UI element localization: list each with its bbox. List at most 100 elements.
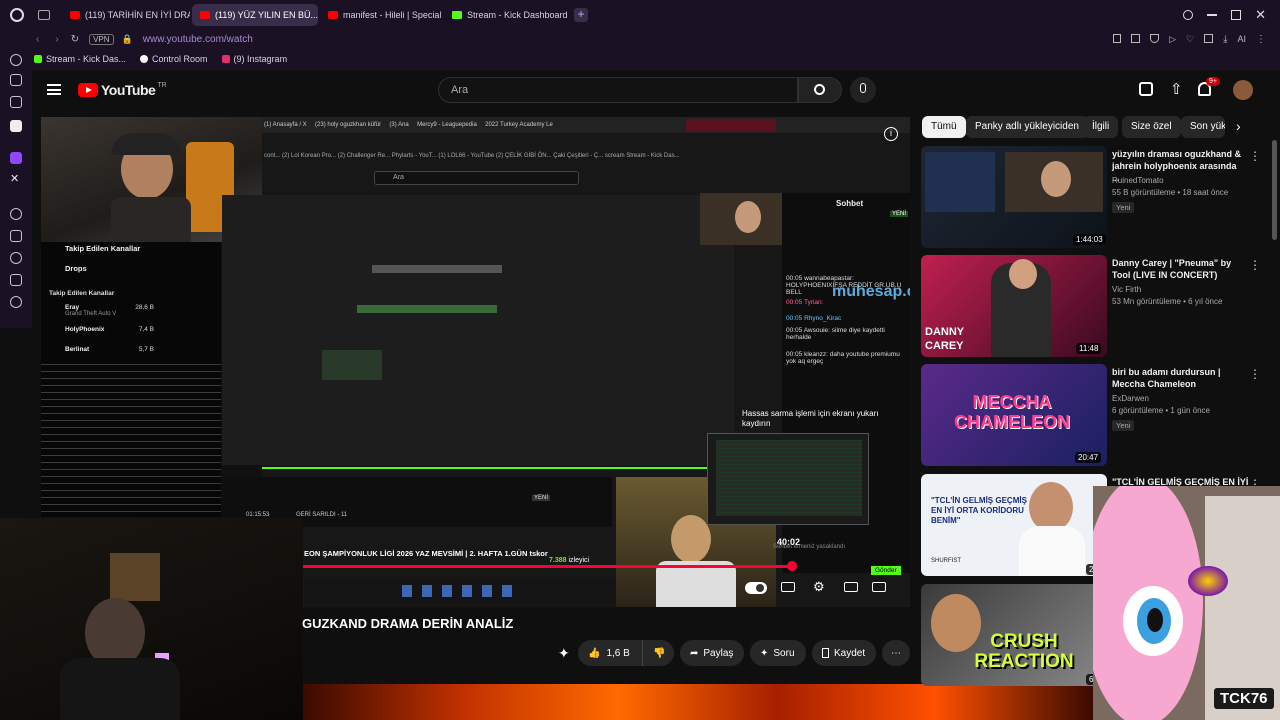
heart-icon[interactable]: ♡ — [1186, 34, 1194, 45]
create-icon[interactable] — [1139, 82, 1153, 96]
notes-icon[interactable] — [10, 96, 22, 108]
more-actions-button[interactable]: ⋯ — [882, 640, 910, 666]
tab-3[interactable]: manifest - Hileli | Special D... — [320, 4, 442, 26]
medium-icon[interactable] — [10, 120, 22, 132]
tab-list-icon[interactable] — [38, 10, 50, 20]
kebab-menu-icon[interactable] — [1249, 258, 1261, 273]
close-window-icon[interactable]: ✕ — [1255, 7, 1266, 23]
recommendation-meta: 55 B görüntüleme • 18 saat önce — [1112, 188, 1229, 197]
video-thumbnail[interactable]: CRUSH REACTION — [921, 584, 1107, 686]
recommendation-title[interactable]: biri bu adamı durdursun | Meccha Chamele… — [1112, 366, 1242, 390]
player-icon[interactable] — [10, 208, 22, 220]
sparkle-icon[interactable]: ✦ — [558, 645, 570, 662]
tab-4[interactable]: Stream - Kick Dashboard — [444, 4, 568, 26]
search-tabs-icon[interactable] — [1183, 10, 1194, 20]
save-button[interactable]: Kaydet — [812, 640, 876, 666]
info-icon[interactable]: i — [884, 127, 898, 141]
like-button[interactable]: 👍 1,6 B — [578, 640, 642, 666]
browser-menu-icon[interactable] — [10, 8, 24, 22]
upload-icon[interactable]: ⇧ — [1170, 80, 1183, 98]
chip-related[interactable]: İlgili — [1083, 116, 1119, 138]
recommendation-item[interactable]: DANNY CAREY 11:48 Danny Carey | "Pneuma"… — [921, 255, 1261, 359]
more-horizontal-icon: ⋯ — [891, 647, 901, 659]
voice-search-button[interactable] — [850, 77, 876, 103]
miniplayer-icon[interactable] — [844, 582, 858, 592]
chip-recent[interactable]: Son yük — [1181, 116, 1225, 138]
chip-from-uploader[interactable]: Panky adlı yükleyiciden — [966, 116, 1088, 138]
scroll-hint-text: Hassas sarma işlemi için ekranı yukarı k… — [742, 409, 879, 428]
search-input[interactable]: Ara — [438, 77, 798, 103]
vpn-badge[interactable]: VPN — [89, 33, 114, 45]
chat-spam-block — [41, 362, 221, 512]
channel-name: Eray — [65, 304, 80, 311]
channel-viewers: 7,4 B — [138, 326, 154, 333]
more-icon[interactable]: ⋮ — [1256, 34, 1266, 45]
settings-icon[interactable] — [10, 296, 22, 308]
youtube-logo[interactable]: YouTube TR — [78, 82, 167, 98]
twitch-icon[interactable] — [10, 152, 22, 164]
avatar[interactable] — [1233, 80, 1253, 100]
video-thumbnail[interactable]: "TCL'İN GELMİŞ GEÇMİŞ EN İYİ ORTA KORİDO… — [921, 474, 1107, 576]
kebab-menu-icon[interactable] — [1249, 367, 1261, 382]
download-icon[interactable]: ⤓ — [1223, 34, 1227, 45]
forward-icon[interactable]: › — [55, 34, 58, 45]
extension-icons[interactable]: ▷ ♡ ⤓ AI ⋮ — [1113, 33, 1266, 45]
tab-2[interactable]: (119) YÜZ YILIN EN BÜ... — [192, 4, 318, 26]
minimize-icon[interactable] — [1207, 14, 1218, 16]
new-tab-button[interactable]: + — [574, 8, 588, 22]
duration-badge: 11:48 — [1076, 343, 1102, 354]
share-button[interactable]: ➦ Paylaş — [680, 640, 744, 666]
screenshot-icon[interactable] — [1131, 33, 1141, 43]
drops-link: Drops — [65, 264, 87, 273]
autoplay-toggle[interactable] — [745, 582, 767, 594]
recommendation-channel[interactable]: Vic Firth — [1112, 285, 1141, 294]
bookmark-kick[interactable]: Stream - Kick Das... — [34, 54, 126, 64]
microphone-icon — [860, 83, 866, 93]
channel-viewers: 5,7 B — [138, 346, 154, 353]
chip-all[interactable]: Tümü — [922, 116, 966, 138]
bag-icon[interactable] — [10, 274, 22, 286]
progress-bar[interactable] — [303, 565, 793, 568]
x-icon[interactable]: ✕ — [10, 174, 22, 186]
reload-icon[interactable]: ↻ — [71, 34, 79, 45]
progress-scrubber[interactable] — [787, 561, 797, 571]
search-button[interactable] — [798, 77, 842, 103]
duration-badge: 20:47 — [1075, 452, 1102, 463]
recommendation-title[interactable]: Danny Carey | "Pneuma" by Tool (LIVE IN … — [1112, 257, 1242, 281]
bookmark-control-room[interactable]: Control Room — [140, 54, 208, 64]
ask-button[interactable]: ✦ Soru — [750, 640, 806, 666]
bookmark-icon[interactable] — [1113, 33, 1122, 43]
recommendation-item[interactable]: MECCHA CHAMELEON 20:47 biri bu adamı dur… — [921, 364, 1261, 468]
page-scrollbar[interactable] — [1272, 140, 1277, 240]
clock-icon[interactable] — [10, 252, 22, 264]
bookmark-instagram[interactable]: (9) Instagram — [221, 54, 287, 64]
shield-icon[interactable] — [1150, 33, 1160, 43]
video-thumbnail[interactable] — [921, 146, 1107, 248]
play-icon[interactable]: ▷ — [1169, 34, 1176, 45]
dislike-button[interactable]: 👎 — [642, 640, 674, 666]
video-thumbnail[interactable]: MECCHA CHAMELEON — [921, 364, 1107, 466]
recommendation-channel[interactable]: ExDarwen — [1112, 394, 1149, 403]
chips-next-icon[interactable]: › — [1236, 118, 1241, 134]
ai-icon[interactable]: AI — [1237, 34, 1246, 45]
settings-gear-icon[interactable]: ⚙ — [813, 579, 825, 595]
theater-icon[interactable] — [872, 582, 886, 592]
kebab-menu-icon[interactable] — [1249, 149, 1261, 164]
pin-icon[interactable] — [10, 230, 22, 242]
hamburger-menu-icon[interactable] — [47, 84, 61, 95]
back-icon[interactable]: ‹ — [36, 34, 39, 45]
tab-1[interactable]: (119) TARİHİN EN İYİ DRAMA... — [62, 4, 190, 26]
subtitles-icon[interactable] — [781, 582, 795, 592]
recommendation-channel[interactable]: RuinedTomato — [1112, 176, 1164, 185]
video-thumbnail[interactable]: DANNY CAREY — [921, 255, 1107, 357]
chip-for-you[interactable]: Size özel — [1122, 116, 1181, 138]
add-icon[interactable] — [10, 74, 22, 86]
autoplay-knob-icon — [756, 584, 764, 592]
cube-icon[interactable] — [1204, 33, 1214, 43]
site-watermark: muhesap.com — [832, 283, 910, 300]
history-icon[interactable] — [10, 54, 22, 66]
maximize-icon[interactable] — [1231, 10, 1242, 20]
followed-label: Takip Edilen Kanallar — [49, 290, 115, 297]
url-text[interactable]: www.youtube.com/watch — [143, 34, 253, 45]
recommendation-item[interactable]: 1:44:03 yüzyılın draması oguzkhand & jah… — [921, 146, 1261, 250]
